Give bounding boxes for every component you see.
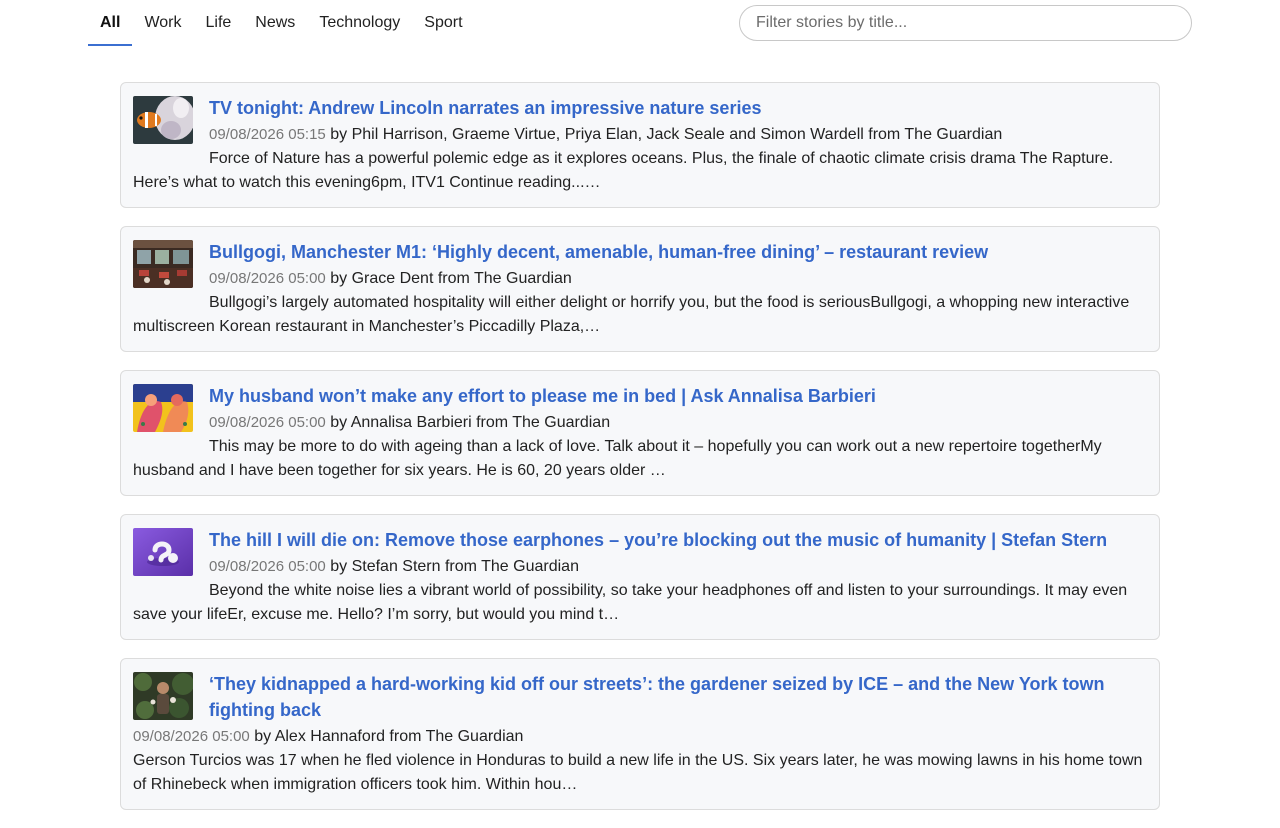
story-date: 09/08/2026 05:00 xyxy=(209,558,326,575)
story-summary: Beyond the white noise lies a vibrant wo… xyxy=(133,582,1128,623)
story-summary: Gerson Turcios was 17 when he fled viole… xyxy=(133,752,1143,793)
story-card: Bullgogi, Manchester M1: ‘Highly decent,… xyxy=(120,226,1160,352)
restaurant-interior-image[interactable] xyxy=(133,240,193,288)
earphones-image[interactable] xyxy=(133,528,193,576)
story-byline: by Grace Dent from The Guardian xyxy=(330,270,572,287)
story-title-link[interactable]: Bullgogi, Manchester M1: ‘Highly decent,… xyxy=(133,239,1147,265)
story-meta: 09/08/2026 05:00 by Grace Dent from The … xyxy=(133,267,1147,291)
gardener-image[interactable] xyxy=(133,672,193,720)
story-summary: Bullgogi’s largely automated hospitality… xyxy=(133,294,1130,335)
story-card: My husband won’t make any effort to plea… xyxy=(120,370,1160,496)
top-bar: All Work Life News Technology Sport xyxy=(0,0,1280,46)
tab-work[interactable]: Work xyxy=(132,0,193,46)
tab-life[interactable]: Life xyxy=(194,0,244,46)
story-title-link[interactable]: The hill I will die on: Remove those ear… xyxy=(133,527,1147,553)
illustration-couple-image[interactable] xyxy=(133,384,193,432)
story-summary: This may be more to do with ageing than … xyxy=(133,438,1102,479)
category-tabs: All Work Life News Technology Sport xyxy=(88,0,475,46)
story-meta: 09/08/2026 05:15 by Phil Harrison, Graem… xyxy=(133,123,1147,147)
story-byline: by Annalisa Barbieri from The Guardian xyxy=(330,414,611,431)
story-title-link[interactable]: ‘They kidnapped a hard-working kid off o… xyxy=(133,671,1147,723)
story-date: 09/08/2026 05:00 xyxy=(209,270,326,287)
tab-sport[interactable]: Sport xyxy=(412,0,474,46)
story-meta: 09/08/2026 05:00 by Alex Hannaford from … xyxy=(133,725,1147,749)
filter-stories-input[interactable] xyxy=(739,5,1192,41)
story-card: TV tonight: Andrew Lincoln narrates an i… xyxy=(120,82,1160,208)
story-byline: by Alex Hannaford from The Guardian xyxy=(254,728,524,745)
story-summary: Force of Nature has a powerful polemic e… xyxy=(133,150,1114,191)
story-card: ‘They kidnapped a hard-working kid off o… xyxy=(120,658,1160,810)
story-list: TV tonight: Andrew Lincoln narrates an i… xyxy=(120,82,1160,828)
story-title-link[interactable]: TV tonight: Andrew Lincoln narrates an i… xyxy=(133,95,1147,121)
story-date: 09/08/2026 05:00 xyxy=(209,414,326,431)
story-meta: 09/08/2026 05:00 by Annalisa Barbieri fr… xyxy=(133,411,1147,435)
tab-news[interactable]: News xyxy=(243,0,307,46)
tab-all[interactable]: All xyxy=(88,0,133,46)
story-date: 09/08/2026 05:15 xyxy=(209,126,326,143)
story-date: 09/08/2026 05:00 xyxy=(133,728,250,745)
story-byline: by Phil Harrison, Graeme Virtue, Priya E… xyxy=(330,126,1003,143)
clownfish-anemone-image[interactable] xyxy=(133,96,193,144)
story-meta: 09/08/2026 05:00 by Stefan Stern from Th… xyxy=(133,555,1147,579)
story-card: The hill I will die on: Remove those ear… xyxy=(120,514,1160,640)
tab-technology[interactable]: Technology xyxy=(307,0,412,46)
story-title-link[interactable]: My husband won’t make any effort to plea… xyxy=(133,383,1147,409)
story-byline: by Stefan Stern from The Guardian xyxy=(330,558,579,575)
